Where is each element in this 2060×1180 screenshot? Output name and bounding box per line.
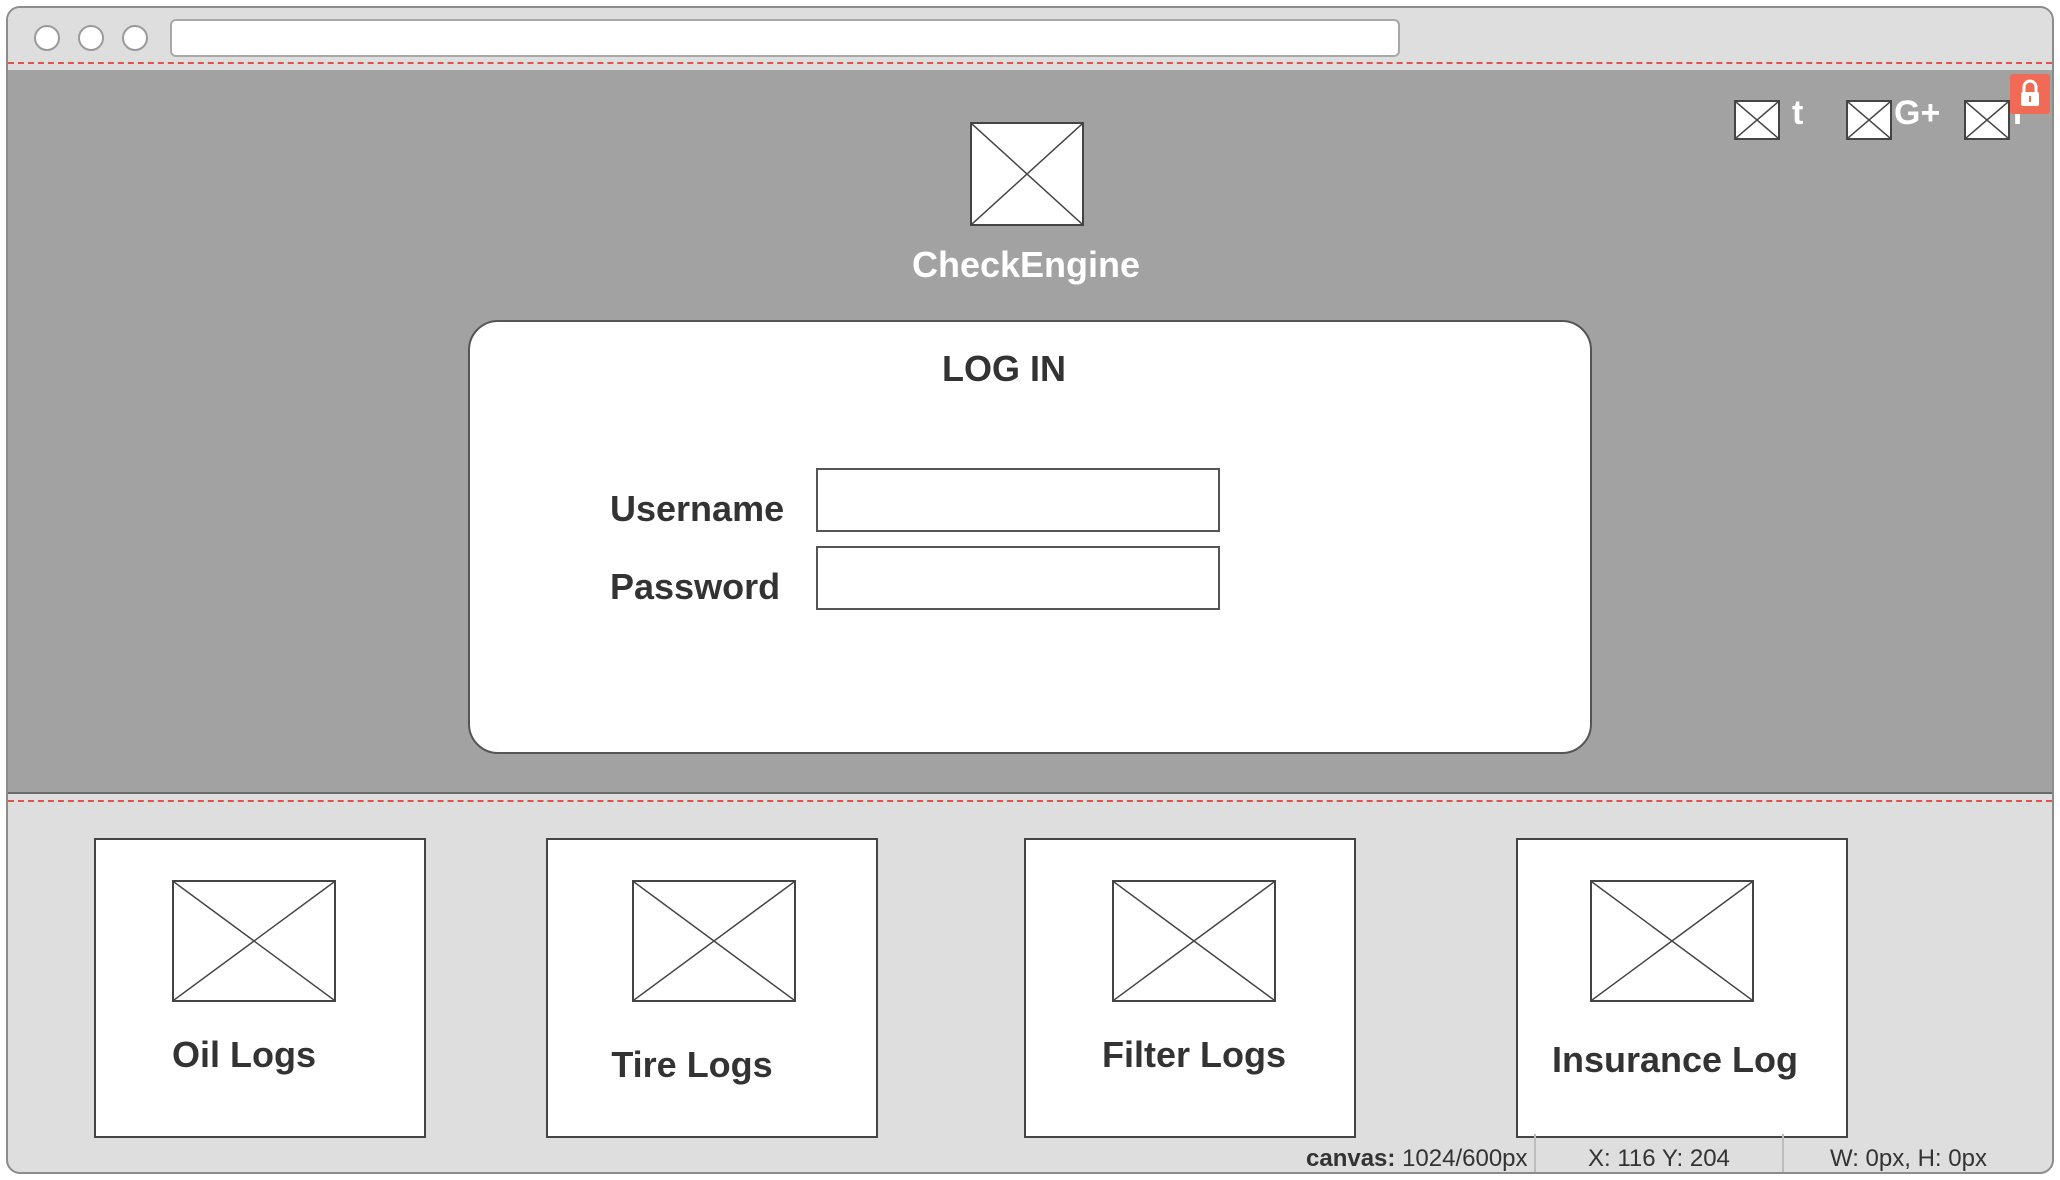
twitter-label[interactable]: t [1792, 94, 1803, 133]
login-panel: LOG IN Username Password [468, 320, 1592, 754]
insurance-log-card[interactable]: Insurance Log [1516, 838, 1848, 1138]
minimize-window-button[interactable] [78, 25, 104, 51]
tire-logs-card[interactable]: Tire Logs [546, 838, 878, 1138]
status-separator [1534, 1134, 1536, 1172]
password-label: Password [610, 566, 781, 607]
title-bar [8, 8, 2052, 64]
status-separator [1782, 1134, 1784, 1172]
canvas-key: canvas: [1306, 1145, 1396, 1172]
oil-logs-label: Oil Logs [172, 1034, 316, 1075]
logo-image-icon [970, 122, 1084, 226]
browser-window: t G+ f CheckEngine LOG IN Username Passw… [6, 6, 2054, 1174]
facebook-placeholder-icon[interactable] [1964, 100, 2010, 140]
tire-logs-image-icon [632, 880, 796, 1002]
oil-logs-image-icon [172, 880, 336, 1002]
cursor-coordinates-readout: X: 116 Y: 204 [1588, 1145, 1730, 1172]
hero-bottom-border [8, 792, 2052, 794]
google-plus-label[interactable]: G+ [1894, 94, 1940, 133]
twitter-placeholder-icon[interactable] [1734, 100, 1780, 140]
maximize-window-button[interactable] [122, 25, 148, 51]
tire-logs-label: Tire Logs [611, 1044, 773, 1085]
login-title: LOG IN [942, 348, 1066, 389]
filter-logs-image-icon [1112, 880, 1276, 1002]
insurance-log-label: Insurance Log [1551, 1039, 1799, 1080]
selection-size-readout: W: 0px, H: 0px [1830, 1145, 1987, 1172]
guide-line-top [8, 62, 2052, 64]
lock-icon[interactable] [2010, 74, 2050, 114]
canvas-value: 1024/600px [1402, 1145, 1528, 1172]
filter-logs-label: Filter Logs [1101, 1034, 1286, 1075]
password-input[interactable] [816, 546, 1220, 610]
close-window-button[interactable] [34, 25, 60, 51]
address-bar[interactable] [170, 19, 1400, 57]
canvas-size-readout: canvas: 1024/600px [1306, 1142, 1528, 1172]
filter-logs-card[interactable]: Filter Logs [1024, 838, 1356, 1138]
google-plus-placeholder-icon[interactable] [1846, 100, 1892, 140]
guide-line-bottom [8, 800, 2052, 802]
insurance-log-image-icon [1590, 880, 1754, 1002]
brand-name: CheckEngine [911, 244, 1141, 285]
oil-logs-card[interactable]: Oil Logs [94, 838, 426, 1138]
username-input[interactable] [816, 468, 1220, 532]
username-label: Username [610, 488, 785, 529]
